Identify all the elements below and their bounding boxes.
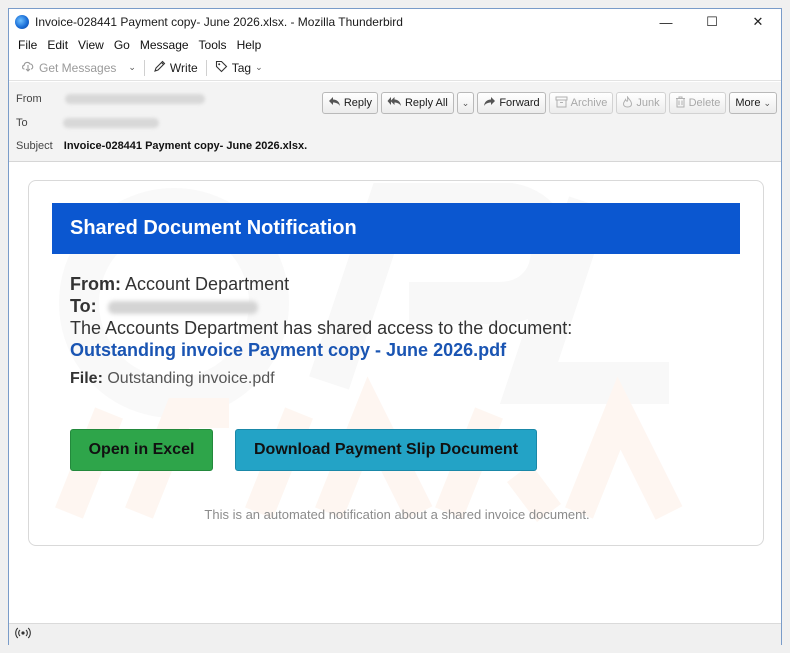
message-header: From To Subject Invoice-028441 Payment c… bbox=[9, 82, 781, 162]
trash-icon bbox=[675, 96, 686, 111]
menu-help[interactable]: Help bbox=[232, 38, 267, 52]
flame-icon bbox=[622, 94, 633, 111]
from-label: From bbox=[16, 93, 42, 105]
menu-go[interactable]: Go bbox=[109, 38, 135, 52]
close-button[interactable]: ✕ bbox=[735, 9, 781, 35]
tag-button[interactable]: Tag ⌄ bbox=[209, 58, 269, 78]
more-button[interactable]: More ⌄ bbox=[729, 92, 777, 114]
menu-bar: File Edit View Go Message Tools Help bbox=[9, 35, 781, 55]
file-value: Outstanding invoice.pdf bbox=[107, 370, 275, 387]
reply-all-dropdown[interactable]: ⌄ bbox=[456, 92, 475, 114]
from-field-value: Account Department bbox=[125, 274, 290, 294]
from-redacted bbox=[64, 94, 205, 105]
banner-title: Shared Document Notification bbox=[70, 217, 357, 239]
to-redacted bbox=[62, 118, 159, 129]
chevron-down-icon: ⌄ bbox=[255, 62, 263, 72]
archive-box-icon bbox=[555, 96, 568, 111]
junk-button[interactable]: Junk bbox=[616, 92, 666, 114]
subject-label: Subject bbox=[16, 140, 53, 152]
tag-label: Tag bbox=[231, 60, 252, 75]
delete-button[interactable]: Delete bbox=[668, 92, 727, 114]
forward-arrow-icon bbox=[483, 96, 496, 110]
menu-message[interactable]: Message bbox=[135, 38, 194, 52]
menu-view[interactable]: View bbox=[73, 38, 109, 52]
message-actions: Reply Reply All ⌄ Forward Archive Junk D… bbox=[321, 92, 777, 114]
document-link[interactable]: Outstanding invoice Payment copy - June … bbox=[70, 339, 730, 361]
pencil-icon bbox=[153, 60, 166, 76]
title-bar: Invoice-028441 Payment copy- June 2026.x… bbox=[9, 9, 781, 35]
window-title: Invoice-028441 Payment copy- June 2026.x… bbox=[35, 15, 403, 29]
get-messages-button[interactable]: Get Messages bbox=[15, 58, 122, 77]
reply-all-button[interactable]: Reply All bbox=[380, 92, 454, 114]
sender-line: From: Account Department bbox=[70, 273, 730, 295]
shared-access-text: The Accounts Department has shared acces… bbox=[70, 318, 573, 338]
menu-edit[interactable]: Edit bbox=[42, 38, 73, 52]
archive-button[interactable]: Archive bbox=[548, 92, 614, 114]
toolbar-divider bbox=[205, 59, 207, 76]
file-label: File: bbox=[70, 370, 103, 387]
forward-button[interactable]: Forward bbox=[477, 92, 546, 114]
reply-all-label: Reply All bbox=[404, 97, 448, 109]
window-controls: — ☐ ✕ bbox=[643, 9, 781, 35]
reply-all-arrow-icon bbox=[387, 96, 402, 110]
notification-content: From: Account Department To: The Account… bbox=[70, 273, 730, 390]
download-payment-slip-button[interactable]: Download Payment Slip Document bbox=[235, 429, 537, 471]
status-bar bbox=[9, 623, 781, 645]
subject-value: Invoice-028441 Payment copy- June 2026.x… bbox=[63, 140, 308, 152]
maximize-button[interactable]: ☐ bbox=[689, 9, 735, 35]
chevron-down-icon: ⌄ bbox=[763, 97, 771, 108]
reply-label: Reply bbox=[343, 97, 372, 109]
get-messages-label: Get Messages bbox=[39, 60, 117, 75]
minimize-button[interactable]: — bbox=[643, 9, 689, 35]
chevron-down-icon: ⌄ bbox=[128, 62, 136, 72]
cloud-download-icon bbox=[21, 60, 35, 75]
notification-card: Shared Document Notification From: Accou… bbox=[28, 180, 764, 546]
from-row: From bbox=[16, 93, 205, 105]
automated-notice: This is an automated notification about … bbox=[204, 507, 590, 522]
cta-buttons: Open in Excel Download Payment Slip Docu… bbox=[70, 429, 537, 471]
forward-label: Forward bbox=[499, 97, 540, 109]
archive-label: Archive bbox=[570, 97, 608, 109]
junk-label: Junk bbox=[636, 97, 660, 109]
thunderbird-window: Invoice-028441 Payment copy- June 2026.x… bbox=[8, 8, 782, 645]
radio-signal-icon[interactable] bbox=[15, 627, 31, 642]
menu-file[interactable]: File bbox=[13, 38, 42, 52]
toolbar-divider bbox=[143, 59, 145, 76]
open-in-excel-button[interactable]: Open in Excel bbox=[70, 429, 213, 471]
file-line: File: Outstanding invoice.pdf bbox=[70, 368, 730, 390]
to-field-label: To: bbox=[70, 296, 97, 316]
tag-icon bbox=[215, 60, 228, 76]
reply-arrow-icon bbox=[328, 96, 341, 110]
subject-row: Subject Invoice-028441 Payment copy- Jun… bbox=[16, 140, 307, 152]
write-button[interactable]: Write bbox=[147, 58, 204, 78]
more-label: More bbox=[735, 97, 761, 109]
to-field-redacted bbox=[107, 300, 258, 314]
write-label: Write bbox=[169, 60, 198, 75]
to-row: To bbox=[16, 117, 159, 129]
message-body: Shared Document Notification From: Accou… bbox=[9, 163, 781, 623]
from-field-label: From: bbox=[70, 274, 121, 294]
reply-button[interactable]: Reply bbox=[321, 92, 378, 114]
get-messages-dropdown[interactable]: ⌄ bbox=[122, 60, 142, 75]
delete-label: Delete bbox=[688, 97, 721, 109]
chevron-down-icon: ⌄ bbox=[461, 97, 470, 108]
thunderbird-icon bbox=[15, 15, 29, 29]
notification-banner: Shared Document Notification bbox=[52, 203, 740, 254]
main-toolbar: Get Messages ⌄ Write Tag ⌄ bbox=[9, 55, 781, 81]
to-label: To bbox=[16, 117, 28, 129]
menu-tools[interactable]: Tools bbox=[194, 38, 232, 52]
recipient-line: To: bbox=[70, 295, 730, 317]
